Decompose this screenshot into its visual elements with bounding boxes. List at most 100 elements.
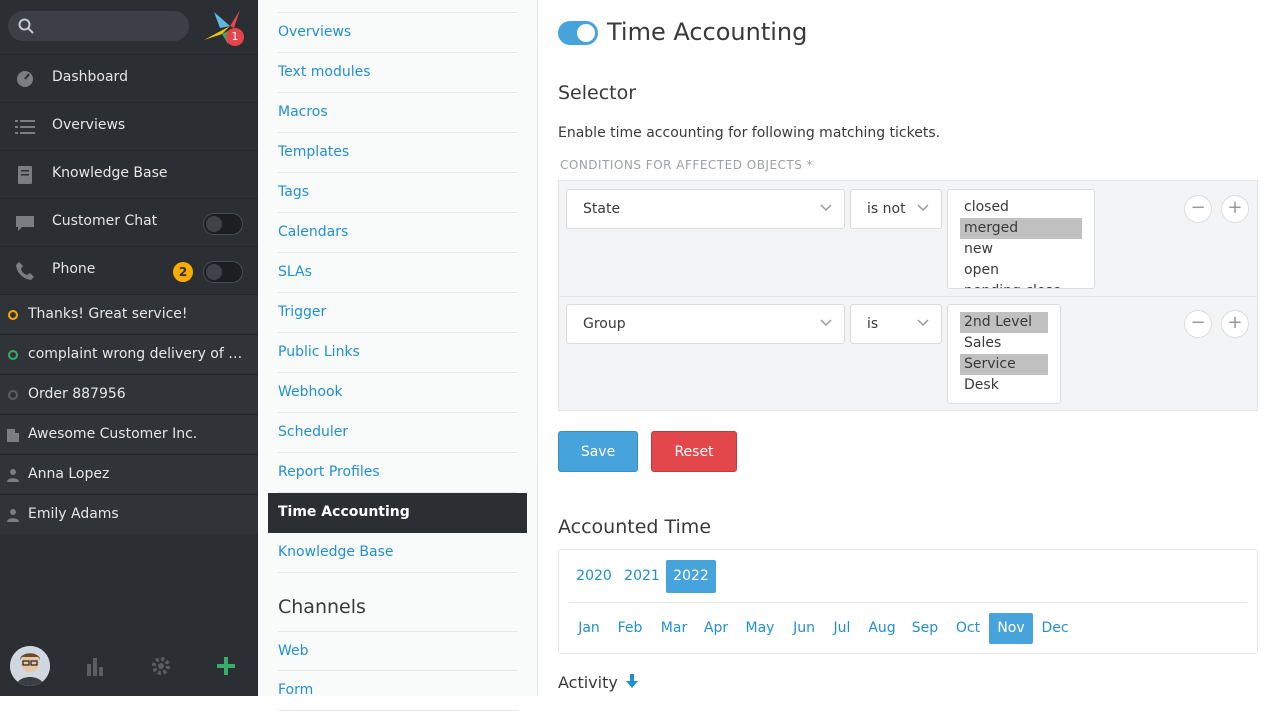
option[interactable]: pending close	[960, 281, 1082, 288]
task-item[interactable]: Order 887956	[0, 374, 258, 414]
ticket-status-icon	[8, 310, 18, 320]
selector-description: Enable time accounting for following mat…	[558, 125, 941, 141]
settings-item-webhook[interactable]: Webhook	[278, 373, 517, 413]
attribute-select[interactable]: Group	[566, 304, 845, 344]
nav-overviews[interactable]: Overviews	[0, 102, 258, 150]
settings-link[interactable]: Scheduler	[278, 424, 348, 440]
settings-item-overviews[interactable]: Overviews	[278, 13, 517, 53]
option-selected[interactable]: Service Desk	[960, 354, 1048, 393]
month-tab-active[interactable]: Nov	[989, 613, 1033, 644]
search-icon	[18, 18, 34, 34]
month-tab[interactable]: May	[739, 613, 781, 644]
value-multiselect[interactable]: closed merged new open pending close	[947, 189, 1095, 289]
stats-icon[interactable]	[85, 656, 105, 676]
remove-condition-button[interactable]: −	[1184, 310, 1212, 338]
settings-link[interactable]: Report Profiles	[278, 464, 380, 480]
settings-item-scheduler[interactable]: Scheduler	[278, 413, 517, 453]
add-condition-button[interactable]: +	[1221, 195, 1249, 223]
reset-button[interactable]: Reset	[651, 431, 737, 472]
plus-icon[interactable]	[216, 656, 236, 676]
settings-item-templates[interactable]: Templates	[278, 133, 517, 173]
gear-icon[interactable]	[151, 656, 171, 676]
settings-item-macros[interactable]: Macros	[278, 93, 517, 133]
task-item[interactable]: Awesome Customer Inc.	[0, 414, 258, 454]
month-tab[interactable]: Feb	[610, 613, 650, 644]
month-tab[interactable]: Dec	[1035, 613, 1075, 644]
operator-select[interactable]: is	[850, 304, 942, 344]
settings-link[interactable]: Macros	[278, 104, 328, 120]
task-item[interactable]: Anna Lopez	[0, 454, 258, 494]
option[interactable]: new	[960, 239, 1082, 260]
add-condition-button[interactable]: +	[1221, 310, 1249, 338]
settings-link[interactable]: Time Accounting	[278, 504, 410, 520]
settings-item-text-modules[interactable]: Text modules	[278, 53, 517, 93]
option[interactable]: Sales	[960, 333, 1048, 354]
chevron-down-icon	[917, 319, 929, 327]
activity-heading[interactable]: Activity	[558, 673, 638, 692]
nav-customer-chat[interactable]: Customer Chat	[0, 198, 258, 246]
chevron-down-icon	[820, 204, 832, 212]
nav-label: Knowledge Base	[52, 165, 168, 181]
settings-item-report-profiles[interactable]: Report Profiles	[278, 453, 517, 493]
phone-toggle[interactable]	[203, 261, 243, 283]
search-input[interactable]	[8, 11, 189, 41]
nav-knowledge-base[interactable]: Knowledge Base	[0, 150, 258, 198]
settings-item-web[interactable]: Web	[278, 631, 517, 671]
settings-item-slas[interactable]: SLAs	[278, 253, 517, 293]
settings-link[interactable]: Trigger	[278, 304, 326, 320]
task-item[interactable]: complaint wrong delivery of ord...	[0, 334, 258, 374]
settings-link[interactable]: Text modules	[278, 64, 371, 80]
nav-label: Phone	[52, 261, 96, 277]
customer-chat-toggle[interactable]	[203, 213, 243, 235]
operator-select[interactable]: is not	[850, 189, 942, 229]
settings-item-trigger[interactable]: Trigger	[278, 293, 517, 333]
notification-badge[interactable]: 1	[226, 28, 244, 46]
month-tab[interactable]: Jun	[784, 613, 824, 644]
month-tab[interactable]: Sep	[904, 613, 946, 644]
nav-dashboard[interactable]: Dashboard	[0, 54, 258, 102]
option[interactable]: closed	[960, 197, 1082, 218]
month-tab[interactable]: Apr	[696, 613, 736, 644]
year-tab-active[interactable]: 2022	[666, 560, 716, 593]
settings-item-calendars[interactable]: Calendars	[278, 213, 517, 253]
settings-item-knowledge-base[interactable]: Knowledge Base	[278, 533, 517, 573]
settings-item-public-links[interactable]: Public Links	[278, 333, 517, 373]
settings-link[interactable]: Knowledge Base	[278, 544, 394, 560]
settings-link[interactable]: Web	[278, 643, 309, 659]
task-label: Emily Adams	[28, 506, 119, 522]
page-title: Time Accounting	[607, 18, 808, 46]
task-item[interactable]: Emily Adams	[0, 494, 258, 534]
avatar[interactable]	[10, 646, 50, 686]
nav-footer	[0, 636, 258, 696]
settings-link[interactable]: SLAs	[278, 264, 312, 280]
settings-item-form[interactable]: Form	[278, 671, 517, 711]
month-tab[interactable]: Aug	[861, 613, 903, 644]
year-tab[interactable]: 2020	[569, 560, 619, 593]
settings-link[interactable]: Templates	[278, 144, 349, 160]
task-item[interactable]: Thanks! Great service!	[0, 294, 258, 334]
option-selected[interactable]: merged	[960, 218, 1082, 239]
value-multiselect[interactable]: 2nd Level Sales Service Desk	[947, 304, 1061, 404]
settings-link[interactable]: Calendars	[278, 224, 348, 240]
time-accounting-toggle[interactable]	[558, 21, 598, 45]
month-tab[interactable]: Oct	[948, 613, 988, 644]
year-tab[interactable]: 2021	[619, 560, 665, 593]
option-selected[interactable]: 2nd Level	[960, 312, 1048, 333]
remove-condition-button[interactable]: −	[1184, 195, 1212, 223]
month-tab[interactable]: Jul	[823, 613, 861, 644]
user-icon	[7, 469, 19, 482]
settings-link[interactable]: Webhook	[278, 384, 343, 400]
task-label: Anna Lopez	[28, 466, 110, 482]
option[interactable]: open	[960, 260, 1082, 281]
month-tab[interactable]: Mar	[653, 613, 695, 644]
settings-link[interactable]: Public Links	[278, 344, 360, 360]
phone-icon	[16, 262, 34, 280]
nav-phone[interactable]: Phone 2	[0, 246, 258, 294]
settings-link[interactable]: Overviews	[278, 24, 351, 40]
month-tab[interactable]: Jan	[569, 613, 609, 644]
settings-item-time-accounting[interactable]: Time Accounting	[268, 493, 527, 533]
settings-link[interactable]: Tags	[278, 184, 309, 200]
attribute-select[interactable]: State	[566, 189, 845, 229]
settings-item-tags[interactable]: Tags	[278, 173, 517, 213]
save-button[interactable]: Save	[558, 431, 638, 472]
